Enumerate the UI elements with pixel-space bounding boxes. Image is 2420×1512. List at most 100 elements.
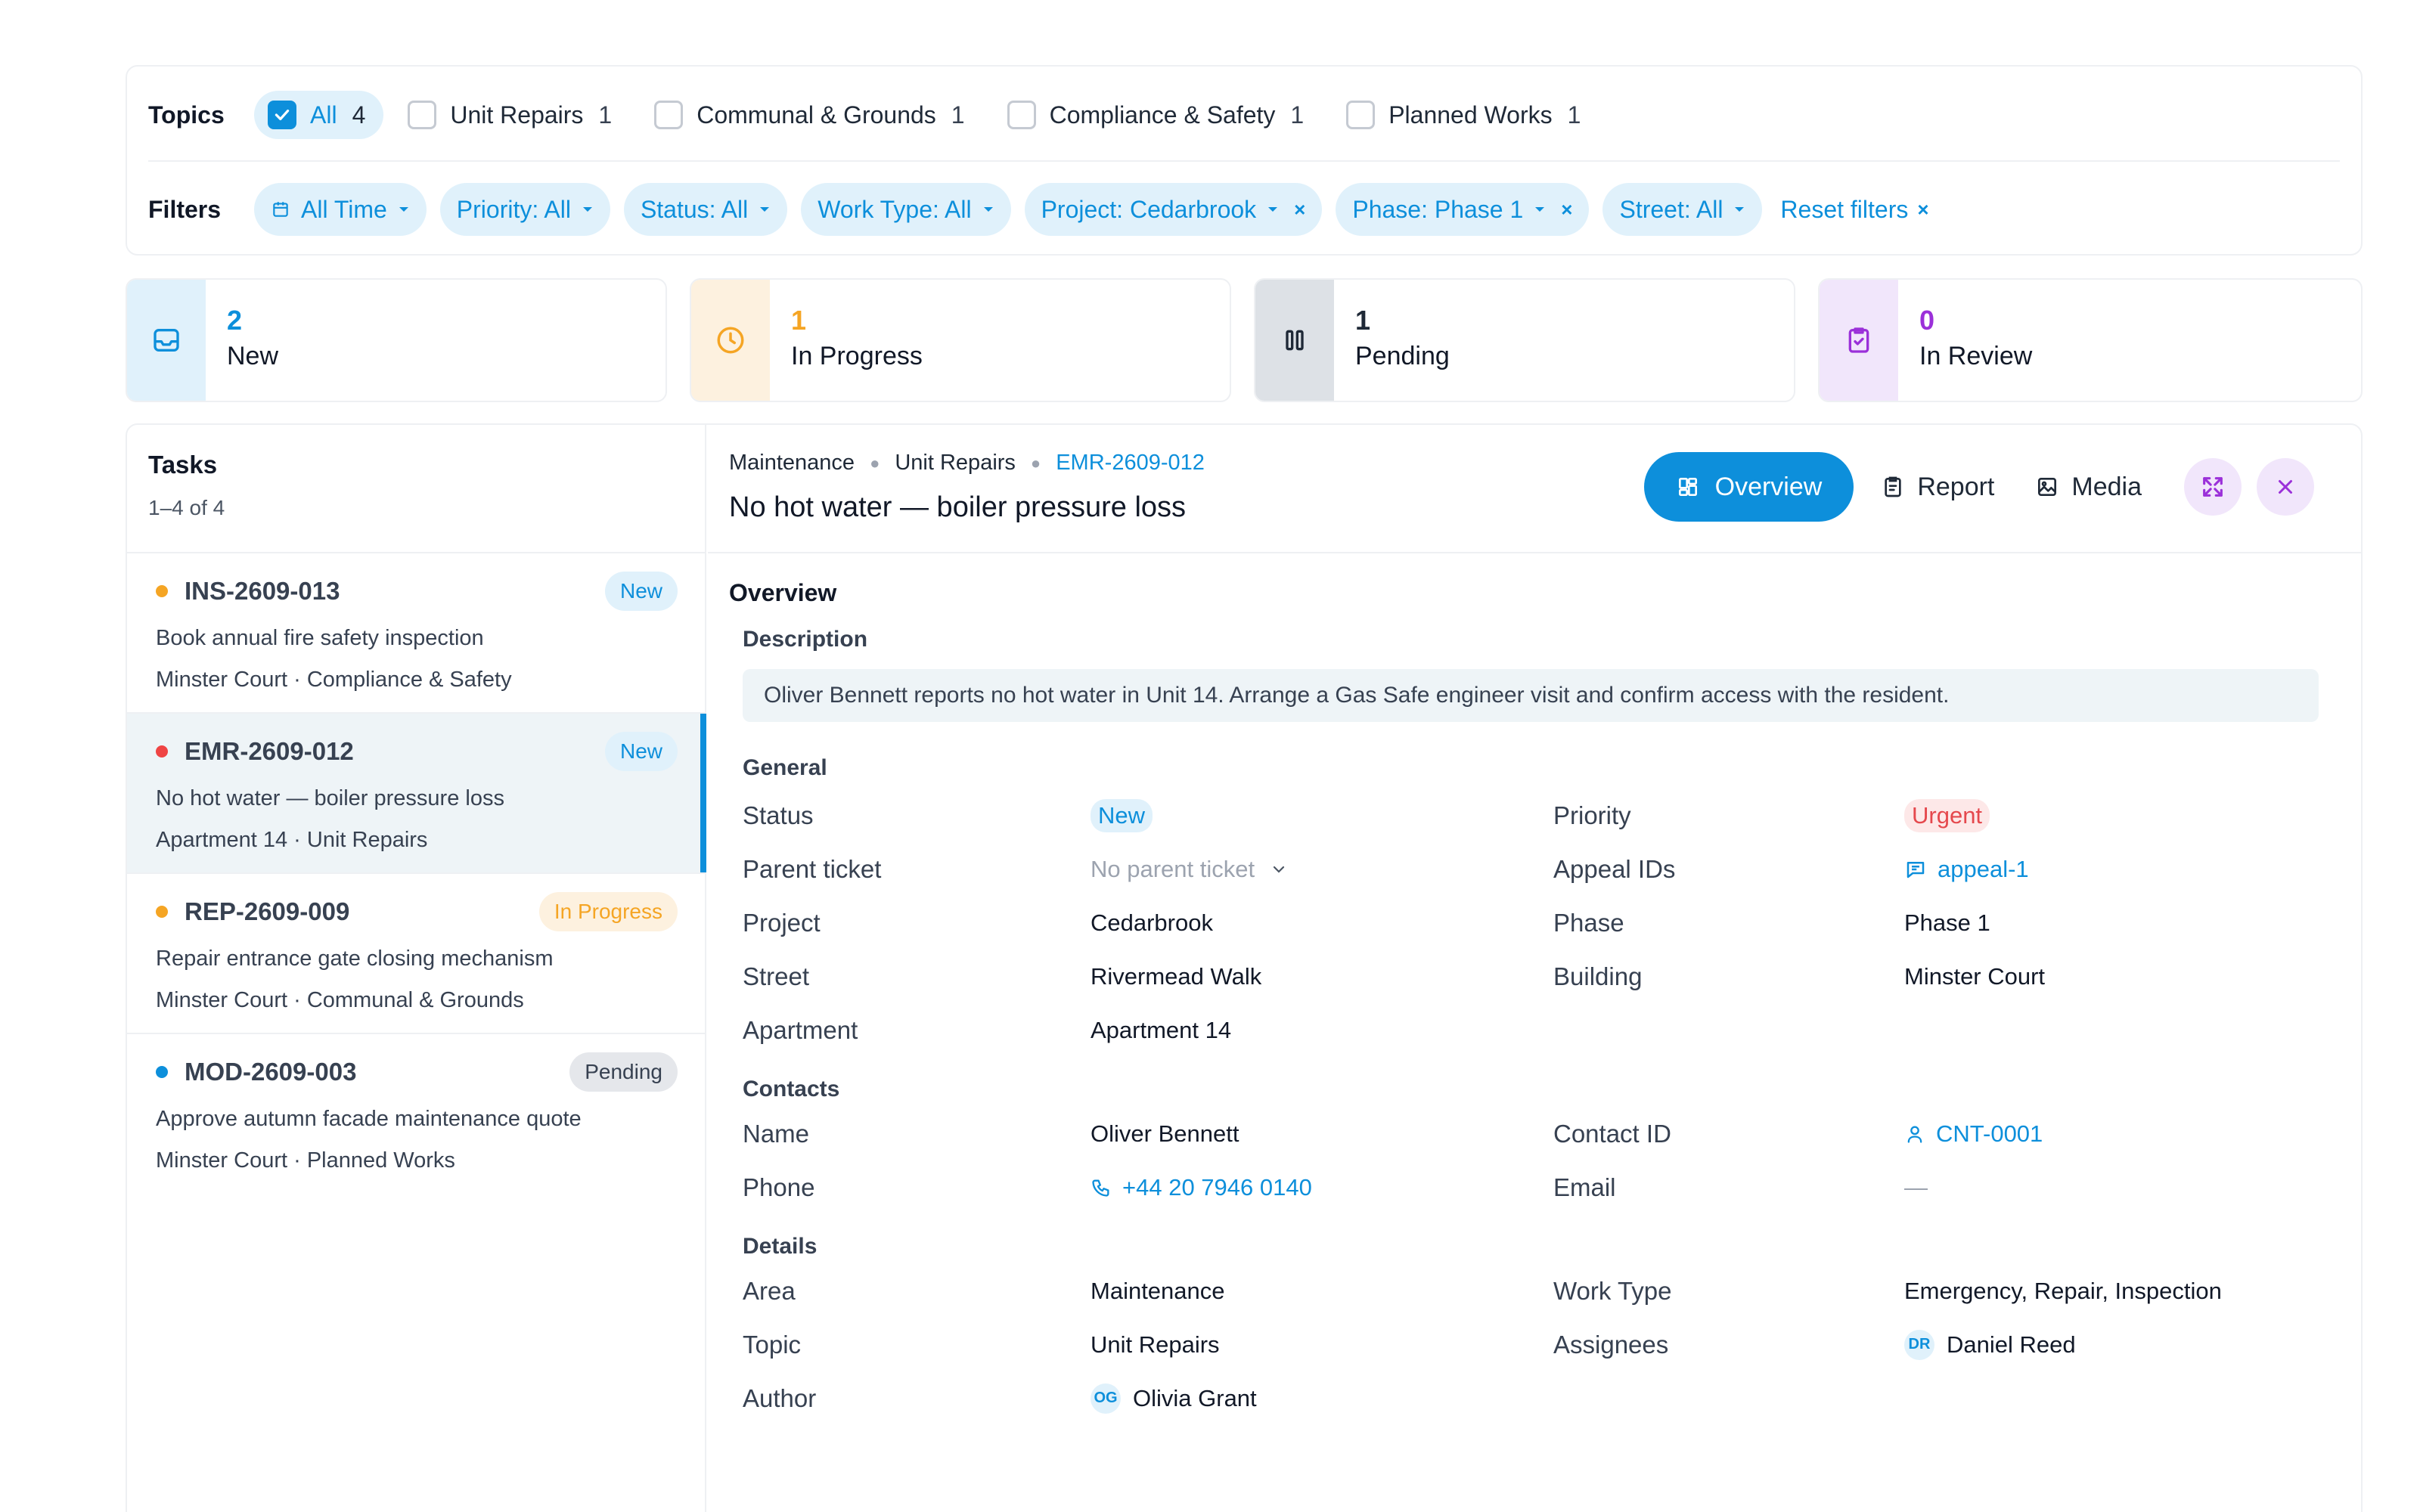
caret-down-icon — [398, 206, 410, 213]
filter-label: Work Type: All — [818, 195, 972, 223]
chevron-down-icon — [1270, 860, 1288, 878]
status-badge: In Progress — [538, 892, 678, 931]
topic-count: 1 — [1290, 101, 1305, 129]
clear-filter-icon[interactable]: × — [1294, 198, 1305, 222]
topic-count: 1 — [598, 101, 613, 129]
close-icon: × — [1917, 197, 1929, 221]
task-item-selected[interactable]: EMR-2609-012 New No hot water — boiler p… — [127, 714, 706, 874]
close-button[interactable] — [2257, 458, 2314, 516]
main-panel: Tasks 1–4 of 4 INS-2609-013 New Book ann… — [126, 423, 2363, 1512]
topic-value: Unit Repairs — [1091, 1331, 1220, 1358]
priority-dot — [156, 585, 168, 597]
task-description: Repair entrance gate closing mechanism — [156, 947, 554, 971]
field-label: Name — [743, 1119, 810, 1148]
filter-label: Priority: All — [456, 195, 571, 223]
topic-communal-grounds[interactable]: Communal & Grounds 1 — [641, 91, 982, 139]
clear-filter-icon[interactable]: × — [1561, 198, 1572, 222]
status-card-new[interactable]: 2 New — [126, 278, 667, 402]
checkbox-icon[interactable] — [1007, 101, 1036, 129]
task-meta: Apartment 14 · Unit Repairs — [156, 828, 428, 852]
status-count: 1 — [791, 305, 807, 336]
report-button[interactable]: Report — [1881, 472, 1994, 502]
avatar: DR — [1904, 1329, 1934, 1360]
field-label: Phase — [1553, 908, 1624, 937]
expand-button[interactable] — [2184, 458, 2242, 516]
contact-id: CNT-0001 — [1936, 1120, 2043, 1147]
filter-project[interactable]: Project: Cedarbrook × — [1024, 183, 1323, 236]
appeal-id: appeal-1 — [1938, 855, 2029, 882]
description-text: Oliver Bennett reports no hot water in U… — [743, 669, 2319, 722]
checkbox-icon[interactable] — [408, 101, 437, 129]
priority-dot — [156, 1066, 168, 1078]
checkbox-icon[interactable] — [654, 101, 684, 129]
checkbox-icon[interactable] — [1346, 101, 1376, 129]
breadcrumb-separator: ● — [1030, 453, 1041, 472]
caret-down-icon — [1733, 206, 1745, 213]
appeal-link[interactable]: appeal-1 — [1904, 842, 2340, 896]
media-label: Media — [2071, 472, 2142, 501]
status-count: 1 — [1355, 305, 1371, 336]
status-card-pending[interactable]: 1 Pending — [1254, 278, 1795, 402]
divider — [148, 160, 2340, 162]
filter-work-type[interactable]: Work Type: All — [801, 183, 1011, 236]
contact-id-link[interactable]: CNT-0001 — [1904, 1107, 2340, 1160]
field-label: Priority — [1553, 801, 1631, 829]
topic-all[interactable]: All 4 — [254, 91, 384, 139]
details-grid: Area Maintenance Work Type Emergency, Re… — [743, 1264, 2340, 1425]
field-label: Parent ticket — [743, 854, 882, 883]
breadcrumb-item[interactable]: Maintenance — [729, 451, 855, 476]
task-item[interactable]: MOD-2609-003 Pending Approve autumn faca… — [127, 1034, 705, 1194]
media-button[interactable]: Media — [2035, 472, 2142, 502]
topic-label: All — [310, 101, 337, 129]
status-card-in-progress[interactable]: 1 In Progress — [690, 278, 1231, 402]
tasks-range: 1–4 of 4 — [148, 496, 225, 519]
field-label: Building — [1553, 962, 1643, 990]
detail-title: No hot water — boiler pressure loss — [729, 491, 1187, 523]
status-field: New — [1091, 789, 1553, 842]
task-item[interactable]: REP-2609-009 In Progress Repair entrance… — [127, 874, 705, 1034]
topic-label: Planned Works — [1388, 101, 1553, 129]
filter-status[interactable]: Status: All — [623, 183, 788, 236]
breadcrumb-item-current[interactable]: EMR-2609-012 — [1056, 451, 1205, 476]
email-value: — — [1904, 1173, 1928, 1201]
filter-time[interactable]: All Time — [254, 183, 427, 236]
filter-street[interactable]: Street: All — [1602, 183, 1763, 236]
author[interactable]: OG Olivia Grant — [1091, 1371, 1553, 1425]
filter-priority[interactable]: Priority: All — [439, 183, 610, 236]
priority-dot — [156, 745, 168, 758]
phone-link[interactable]: +44 20 7946 0140 — [1091, 1160, 1553, 1214]
filter-phase[interactable]: Phase: Phase 1 × — [1336, 183, 1590, 236]
topic-label: Communal & Grounds — [697, 101, 936, 129]
calendar-icon — [271, 200, 290, 219]
field-label: Author — [743, 1383, 817, 1412]
reset-filters-button[interactable]: Reset filters × — [1780, 196, 1928, 224]
expand-icon — [2200, 474, 2226, 500]
filter-label: Project: Cedarbrook — [1041, 195, 1257, 223]
caret-down-icon — [1267, 206, 1279, 213]
topic-unit-repairs[interactable]: Unit Repairs 1 — [394, 91, 630, 139]
filter-label: Phase: Phase 1 — [1352, 195, 1524, 223]
breadcrumb-item[interactable]: Unit Repairs — [895, 451, 1016, 476]
detail-actions: Overview Report Media — [1643, 452, 2314, 522]
user-icon — [1904, 1123, 1925, 1145]
parent-ticket-select[interactable]: No parent ticket — [1091, 842, 1553, 896]
task-id: INS-2609-013 — [185, 577, 340, 605]
overview-label: Overview — [1714, 472, 1823, 501]
topic-compliance-safety[interactable]: Compliance & Safety 1 — [994, 91, 1323, 139]
phone-number: +44 20 7946 0140 — [1122, 1173, 1312, 1201]
field-label: Contact ID — [1553, 1119, 1671, 1148]
checkbox-checked-icon[interactable] — [268, 101, 296, 129]
status-card-in-review[interactable]: 0 In Review — [1818, 278, 2363, 402]
status-badge: New — [604, 572, 678, 611]
topic-label: Compliance & Safety — [1049, 101, 1276, 129]
field-label: Phone — [743, 1173, 815, 1201]
overview-button[interactable]: Overview — [1643, 452, 1854, 522]
clipboard-list-icon — [1881, 475, 1917, 499]
task-item[interactable]: INS-2609-013 New Book annual fire safety… — [127, 553, 705, 714]
assignee[interactable]: DR Daniel Reed — [1904, 1318, 2340, 1371]
status-badge: Pending — [569, 1052, 678, 1092]
clock-icon — [691, 280, 770, 401]
topic-planned-works[interactable]: Planned Works 1 — [1333, 91, 1599, 139]
status-label: Pending — [1355, 342, 1450, 370]
filter-label: Status: All — [640, 195, 749, 223]
